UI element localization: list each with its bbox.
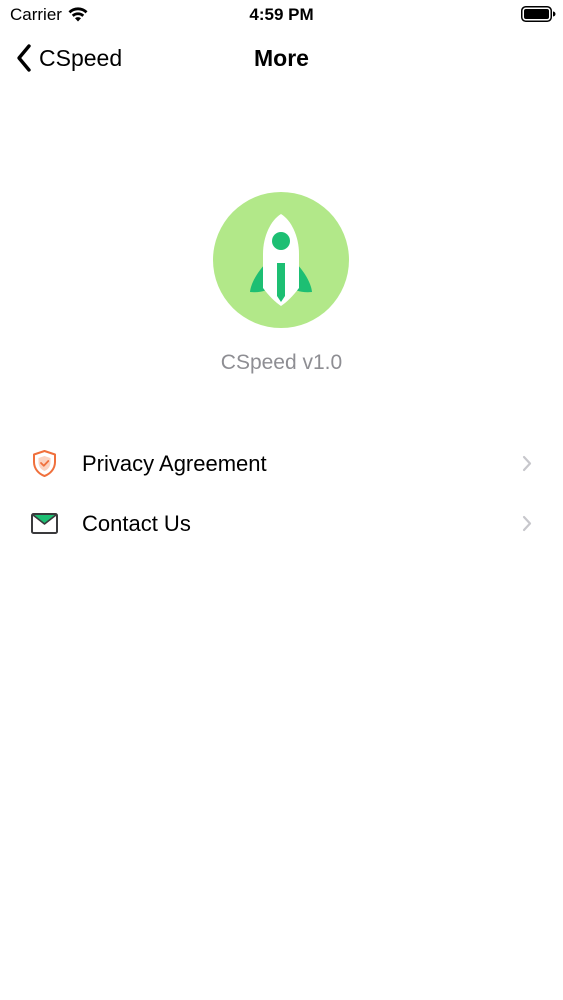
menu-list: Privacy Agreement Contact Us [0,433,563,553]
shield-check-icon [33,450,56,477]
navigation-bar: CSpeed More [0,30,563,86]
envelope-icon [31,513,58,534]
status-bar: Carrier 4:59 PM [0,0,563,30]
chevron-right-icon [522,455,532,472]
menu-item-privacy-agreement[interactable]: Privacy Agreement [0,433,563,493]
menu-item-label: Contact Us [82,511,191,536]
menu-item-contact-us[interactable]: Contact Us [0,493,563,553]
page-title: More [254,45,309,71]
rocket-icon [250,214,312,306]
menu-item-label: Privacy Agreement [82,451,267,476]
app-version: CSpeed v1.0 [220,351,343,374]
chevron-right-icon [522,515,532,532]
battery-icon [521,6,556,22]
status-time: 4:59 PM [249,5,314,24]
app-logo [213,192,349,328]
